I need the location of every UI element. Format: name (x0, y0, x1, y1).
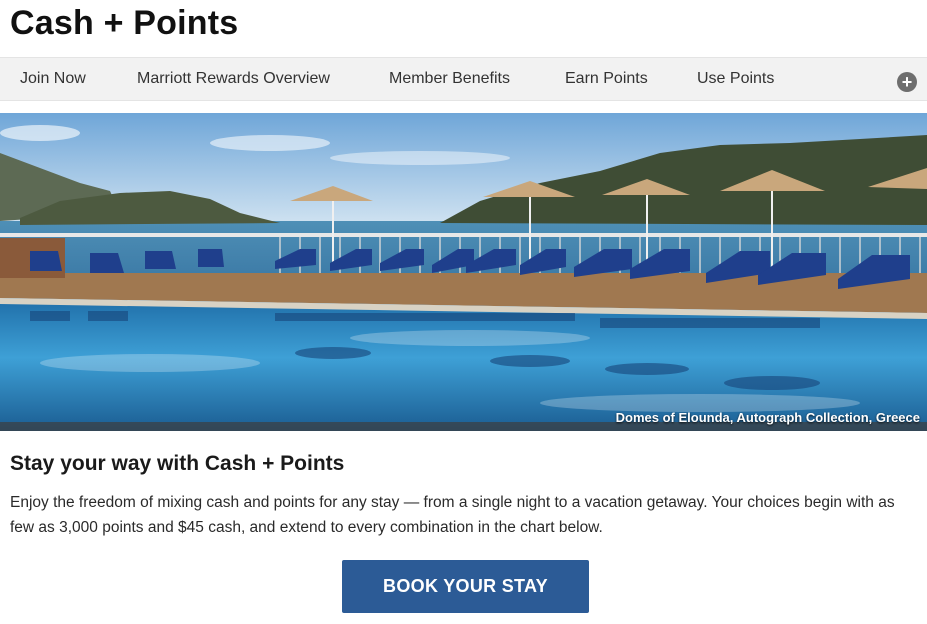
section-body: Enjoy the freedom of mixing cash and poi… (10, 494, 895, 536)
nav-item-member-benefits[interactable]: Member Benefits (389, 70, 510, 88)
hero-caption: Domes of Elounda, Autograph Collection, … (615, 410, 920, 425)
nav-item-join-now[interactable]: Join Now (20, 70, 86, 88)
section-heading: Stay your way with Cash + Points (10, 452, 345, 475)
hero-photo-illustration (0, 113, 927, 431)
page-title: Cash + Points (10, 4, 239, 42)
book-your-stay-button[interactable]: BOOK YOUR STAY (342, 560, 589, 613)
nav-item-use-points[interactable]: Use Points (697, 70, 774, 88)
plus-circle-icon[interactable]: + (897, 72, 917, 92)
main-nav: Join Now Marriott Rewards Overview Membe… (0, 57, 927, 101)
hero-image: Domes of Elounda, Autograph Collection, … (0, 113, 927, 431)
nav-item-rewards-overview[interactable]: Marriott Rewards Overview (137, 70, 330, 88)
nav-item-earn-points[interactable]: Earn Points (565, 70, 648, 88)
